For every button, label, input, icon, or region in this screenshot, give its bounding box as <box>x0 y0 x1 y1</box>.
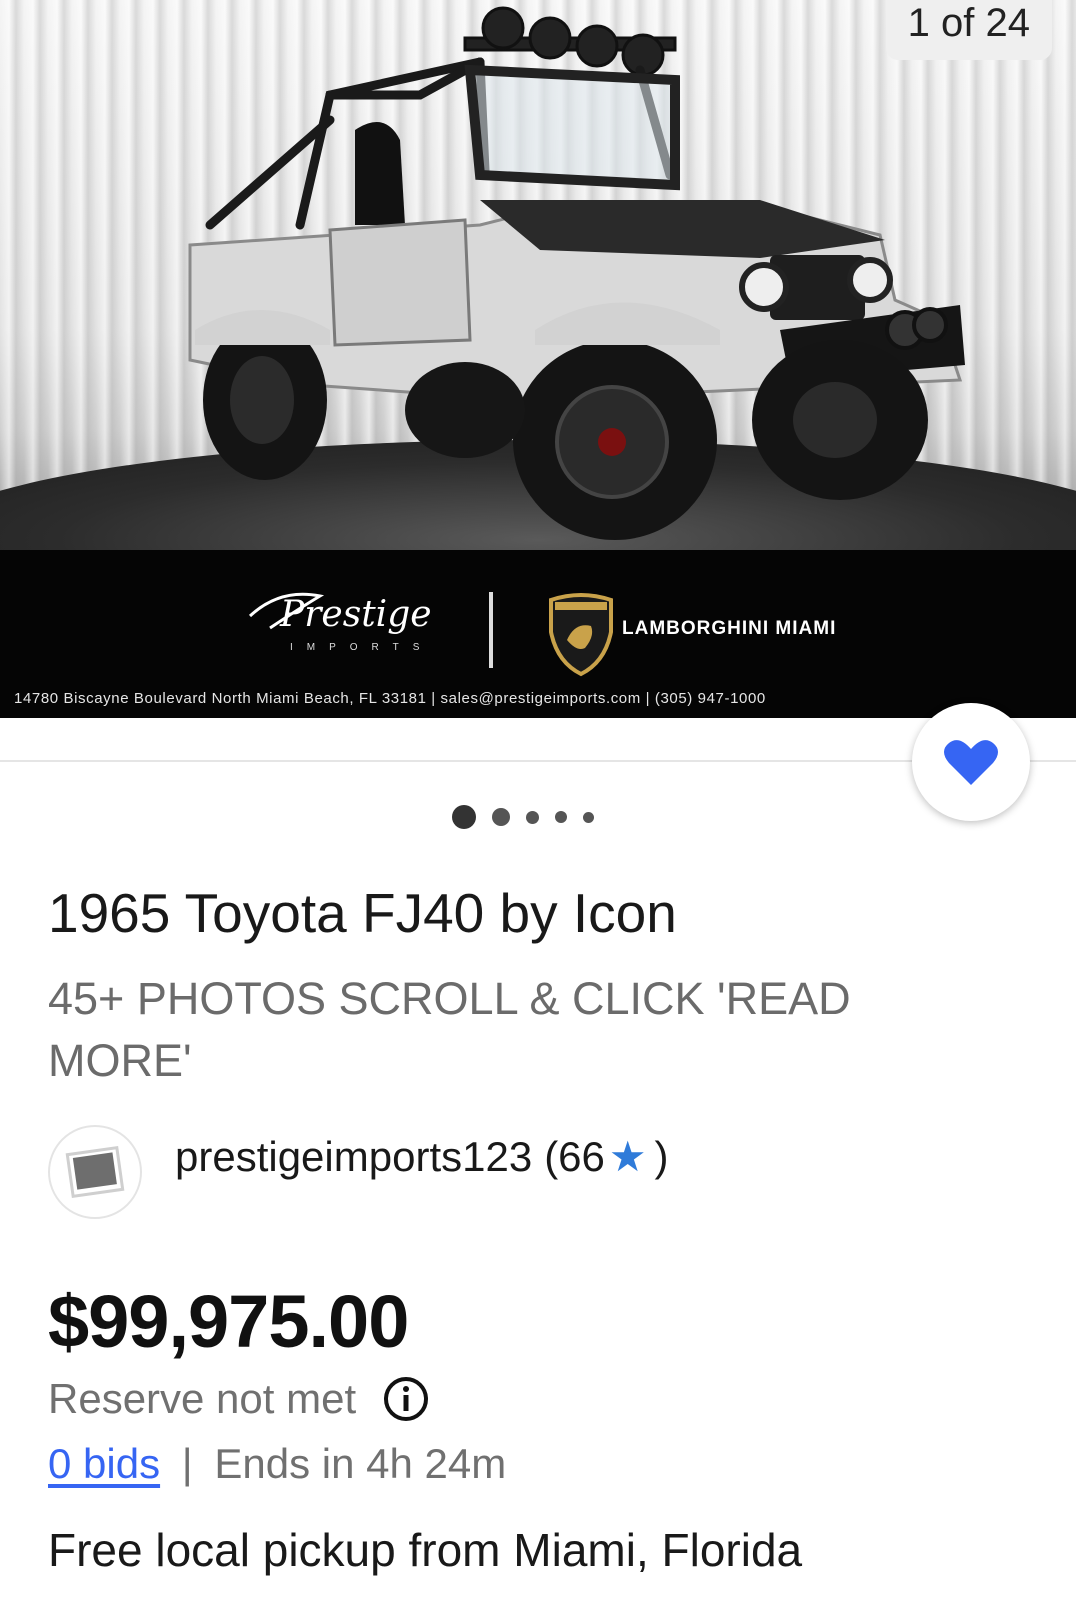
photo-placeholder-icon <box>65 1146 125 1198</box>
seller-feedback-count: (66 <box>544 1133 605 1180</box>
svg-text:Prestige: Prestige <box>279 594 432 635</box>
info-icon[interactable] <box>382 1375 430 1423</box>
gallery-pagination[interactable] <box>452 804 594 830</box>
prestige-logo: Prestige IMPORTS <box>248 592 433 653</box>
pagination-dot[interactable] <box>526 810 539 824</box>
current-price: $99,975.00 <box>48 1280 409 1363</box>
reserve-text: Reserve not met <box>48 1375 357 1422</box>
pagination-dot[interactable] <box>492 808 510 826</box>
bids-link[interactable]: 0 bids <box>48 1440 160 1487</box>
dealer-address: 14780 Biscayne Boulevard North Miami Bea… <box>14 690 766 707</box>
heart-icon <box>944 740 998 785</box>
listing-subtitle: 45+ PHOTOS SCROLL & CLICK 'READ MORE' <box>48 973 851 1086</box>
seller-info[interactable]: prestigeimports123 (66 ★ ) <box>175 1132 669 1182</box>
pagination-dot-active[interactable] <box>452 805 476 829</box>
photo-gallery[interactable]: 1 of 24 Prestige IMPORTS LAMBORGHINI MIA… <box>0 0 1076 718</box>
pagination-dot[interactable] <box>583 811 594 823</box>
watch-button[interactable] <box>912 703 1030 821</box>
svg-text:IMPORTS: IMPORTS <box>290 642 433 653</box>
time-left: Ends in 4h 24m <box>214 1440 507 1487</box>
star-icon: ★ <box>608 1133 647 1180</box>
dealer-banner: Prestige IMPORTS LAMBORGHINI MIAMI 14780… <box>0 550 1076 718</box>
lamborghini-shield-icon <box>549 593 613 677</box>
pagination-dot[interactable] <box>555 811 567 823</box>
seller-feedback-close: ) <box>654 1133 669 1180</box>
bids-separator: | <box>181 1440 193 1487</box>
bids-and-time: 0 bids | Ends in 4h 24m <box>48 1436 506 1492</box>
banner-divider <box>489 592 493 668</box>
lamborghini-miami-text: LAMBORGHINI MIAMI <box>622 618 837 639</box>
listing-title: 1965 Toyota FJ40 by Icon <box>48 882 677 944</box>
reserve-status: Reserve not met <box>48 1372 430 1426</box>
seller-avatar[interactable] <box>48 1125 142 1219</box>
seller-name[interactable]: prestigeimports123 <box>175 1132 532 1182</box>
photo-counter: 1 of 24 <box>885 0 1052 60</box>
vehicle-photo <box>188 6 965 540</box>
pickup-info: Free local pickup from Miami, Florida <box>48 1524 803 1576</box>
